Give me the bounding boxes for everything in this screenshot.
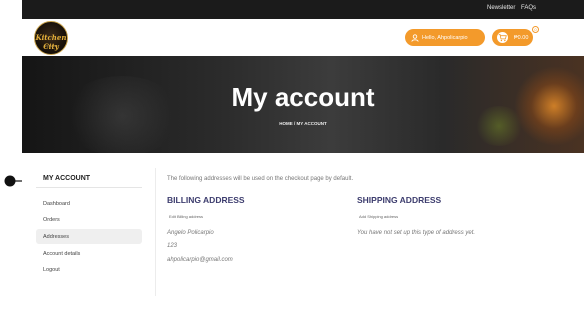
breadcrumb: HOME / MY ACCOUNT bbox=[279, 121, 327, 126]
add-shipping-link[interactable]: Add Shipping address bbox=[359, 214, 398, 219]
billing-email: ahpolicarpio@gmail.com bbox=[167, 257, 233, 263]
addresses-intro: The following addresses will be used on … bbox=[167, 176, 354, 182]
shipping-address-title: SHIPPING ADDRESS bbox=[357, 195, 442, 205]
billing-address-line: 123 bbox=[167, 243, 178, 249]
cart-button[interactable]: ₱0.00 bbox=[492, 29, 533, 46]
sidebar-item-logout[interactable]: Logout bbox=[36, 262, 142, 277]
logo-subtext: EST 2016 bbox=[44, 44, 58, 48]
edit-billing-link[interactable]: Edit Billing address bbox=[169, 214, 203, 219]
sidebar-item-addresses[interactable]: Addresses bbox=[36, 229, 142, 244]
user-icon bbox=[411, 33, 419, 42]
top-bar: Newsletter FAQs bbox=[22, 0, 584, 19]
column-divider bbox=[155, 168, 156, 296]
sidebar-divider bbox=[36, 187, 142, 188]
sidebar-item-dashboard[interactable]: Dashboard bbox=[36, 196, 142, 211]
faqs-link[interactable]: FAQs bbox=[521, 5, 536, 11]
pointer-marker-icon bbox=[4, 175, 22, 187]
newsletter-link[interactable]: Newsletter bbox=[487, 5, 515, 11]
hero-banner: My account HOME / MY ACCOUNT bbox=[22, 56, 584, 153]
logo-text: Kitchen City bbox=[35, 33, 67, 51]
sidebar-title: MY ACCOUNT bbox=[43, 175, 91, 182]
shipping-empty-message: You have not set up this type of address… bbox=[357, 230, 476, 236]
sidebar-item-account-details[interactable]: Account details bbox=[36, 246, 142, 261]
billing-name: Angelo Policarpio bbox=[167, 230, 214, 236]
cart-icon bbox=[498, 33, 507, 42]
page: Newsletter FAQs Kitchen City EST 2016 He… bbox=[22, 0, 584, 320]
account-greeting: Hello, Ahpolicarpio bbox=[422, 34, 468, 41]
cart-count-badge: 0 bbox=[532, 26, 539, 33]
account-button[interactable]: Hello, Ahpolicarpio bbox=[405, 29, 485, 46]
sidebar-item-orders[interactable]: Orders bbox=[36, 212, 142, 227]
site-header: Kitchen City EST 2016 Hello, Ahpolicarpi… bbox=[22, 19, 584, 56]
cart-icon-wrap bbox=[496, 31, 509, 44]
page-title: My account bbox=[231, 82, 375, 112]
cart-total: ₱0.00 bbox=[514, 34, 529, 41]
site-logo[interactable]: Kitchen City EST 2016 bbox=[34, 21, 68, 55]
billing-address-title: BILLING ADDRESS bbox=[167, 195, 245, 205]
